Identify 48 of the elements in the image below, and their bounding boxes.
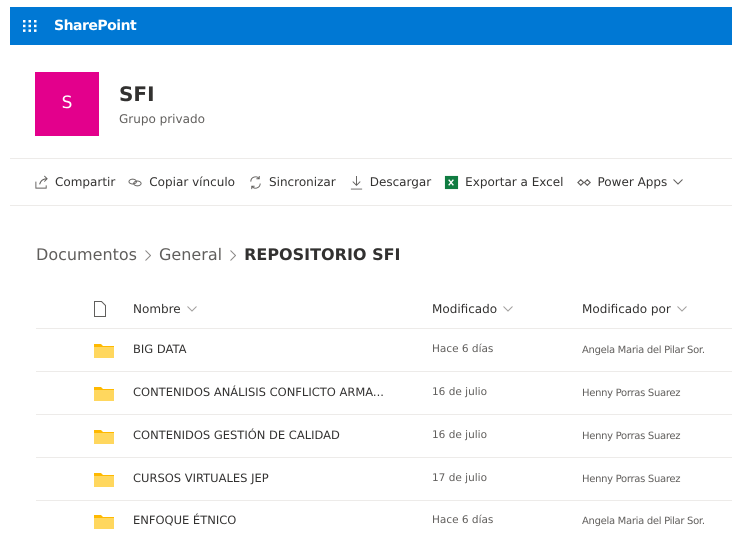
folder-icon (94, 428, 114, 444)
current-folder: REPOSITORIO SFI (244, 244, 400, 266)
modified-date: 16 de julio (432, 428, 488, 444)
modified-date: Hace 6 días (432, 342, 494, 358)
column-header[interactable]: Modificado por (582, 300, 687, 318)
sync-icon (248, 174, 263, 190)
chevron-down-icon (503, 306, 514, 312)
chevron-down-icon (673, 179, 684, 185)
chevron-down-icon (186, 306, 197, 312)
modified-date: Hace 6 días (432, 513, 494, 528)
file-type-icon (94, 300, 106, 316)
breadcrumb-link[interactable]: General (159, 243, 222, 267)
folder-icon (94, 342, 114, 358)
toolbar-button[interactable]: Copiar vínculo (128, 173, 235, 191)
chevron-right-icon (230, 250, 236, 260)
breadcrumb-link[interactable]: Documentos (36, 243, 138, 267)
folder-icon (94, 386, 114, 400)
site-logo: S (35, 72, 99, 136)
app-title[interactable]: SharePoint (54, 16, 136, 36)
folder-icon (94, 472, 114, 486)
folder-name[interactable]: ENFOQUE ÉTNICO (133, 512, 432, 530)
modified-date: 17 de julio (432, 471, 488, 486)
folder-icon (94, 514, 114, 528)
toolbar-button[interactable]: Sincronizar (248, 173, 336, 191)
share-icon (34, 174, 49, 190)
column-header[interactable]: Modificado (432, 300, 514, 318)
toolbar-button[interactable]: Power Apps (576, 173, 684, 191)
folder-name[interactable]: BIG DATA (133, 341, 432, 359)
download-icon (348, 174, 364, 190)
app-launcher-icon[interactable] (23, 20, 37, 32)
site-title: SFI (119, 80, 156, 106)
toolbar-button[interactable]: Descargar (348, 173, 432, 191)
folder-name[interactable]: CONTENIDOS ANÁLISIS CONFLICTO ARMA... (133, 384, 432, 402)
toolbar-button[interactable]: Compartir (34, 173, 116, 191)
chevron-right-icon (145, 250, 152, 260)
toolbar-button[interactable]: Exportar a Excel (444, 173, 564, 191)
modified-by: Henny Porras Suarez (582, 472, 680, 486)
modified-by: Angela Maria del Pilar Sor. (582, 514, 705, 528)
column-header[interactable]: Nombre (133, 300, 197, 318)
folder-name[interactable]: CONTENIDOS GESTIÓN DE CALIDAD (133, 427, 432, 445)
modified-by: Henny Porras Suarez (582, 430, 680, 444)
modified-by: Angela Maria del Pilar Sor. (582, 344, 705, 358)
modified-by: Henny Porras Suarez (582, 386, 680, 400)
excel-icon (444, 174, 460, 190)
folder-name[interactable]: CURSOS VIRTUALES JEP (133, 470, 432, 488)
site-subtitle: Grupo privado (119, 110, 205, 128)
modified-date: 16 de julio (432, 385, 488, 400)
chevron-down-icon (676, 306, 687, 312)
